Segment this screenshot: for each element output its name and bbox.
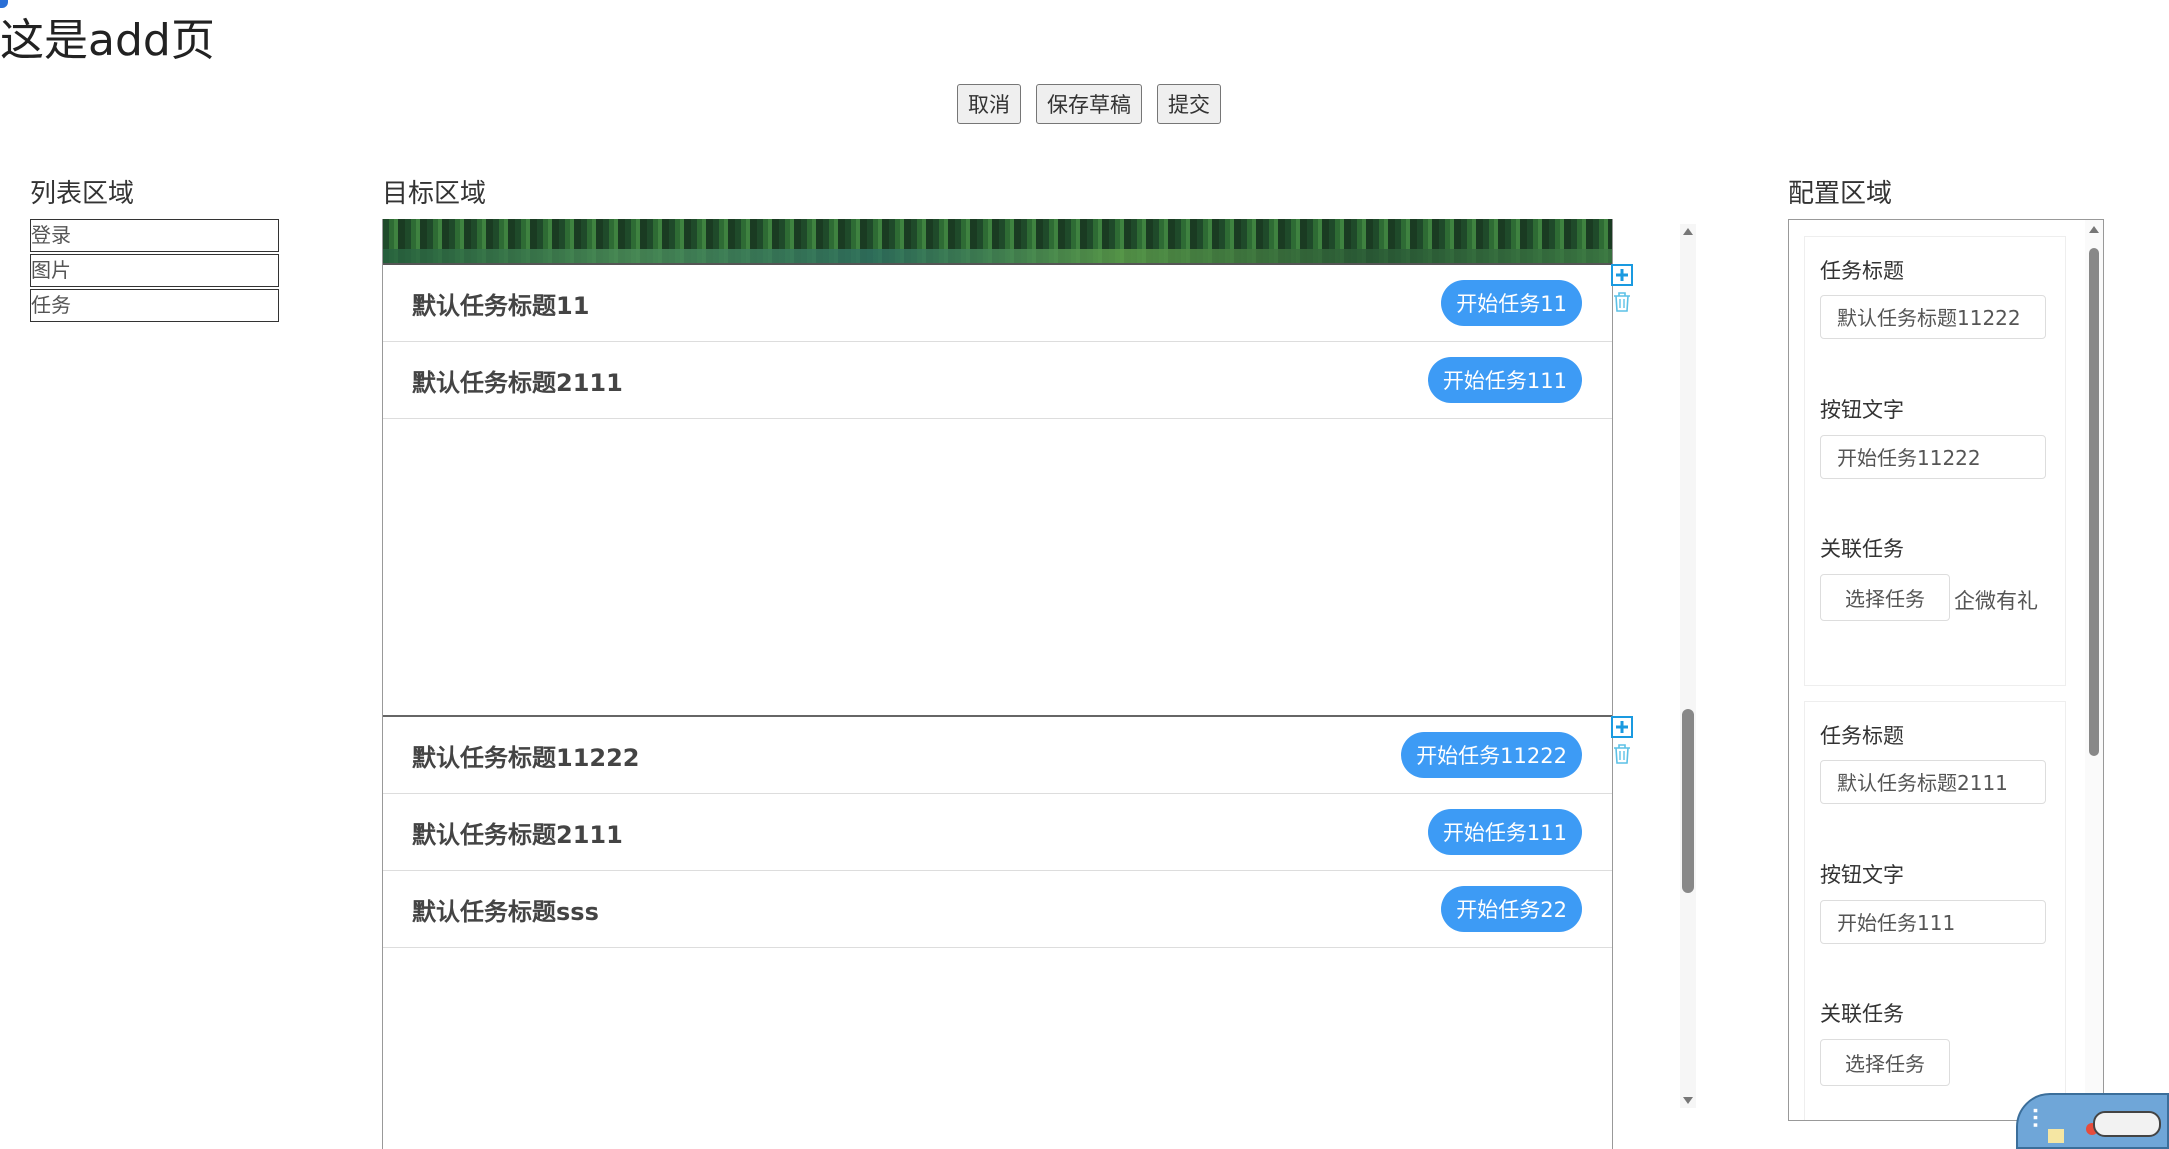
scroll-up-icon[interactable] [2089, 226, 2099, 233]
add-module-icon[interactable] [1611, 716, 1633, 738]
delete-module-icon[interactable] [1611, 743, 1633, 765]
task-title-label: 任务标题 [1820, 259, 1904, 283]
list-item-task[interactable]: 任务 [30, 289, 279, 322]
button-text-input[interactable]: 开始任务11222 [1820, 435, 2046, 479]
start-task-button[interactable]: 开始任务11222 [1401, 732, 1582, 778]
page-title: 这是add页 [0, 15, 215, 66]
task-row[interactable]: 默认任务标题2111 开始任务111 [383, 794, 1612, 871]
config-scrollbar[interactable] [2085, 220, 2103, 1120]
list-item-login[interactable]: 登录 [30, 219, 279, 252]
submit-button[interactable]: 提交 [1157, 84, 1221, 124]
start-task-button[interactable]: 开始任务111 [1427, 357, 1582, 403]
task-title: 默认任务标题11 [412, 291, 590, 320]
task-row[interactable]: 默认任务标题11222 开始任务11222 [383, 717, 1612, 794]
list-area-title: 列表区域 [30, 179, 135, 209]
task-module[interactable]: 默认任务标题11 开始任务11 默认任务标题2111 开始任务111 [383, 265, 1612, 715]
scroll-down-icon[interactable] [1683, 1097, 1693, 1104]
linked-task-label: 关联任务 [1820, 1002, 1904, 1026]
tree-icon: ⫶ [2032, 1105, 2039, 1135]
start-task-button[interactable]: 开始任务111 [1427, 809, 1582, 855]
target-canvas: 默认任务标题11 开始任务11 默认任务标题2111 开始任务111 默认任务标… [382, 219, 1613, 1149]
task-row[interactable]: 默认任务标题sss 开始任务22 [383, 871, 1612, 948]
config-card: 任务标题 默认任务标题2111 按钮文字 开始任务111 关联任务 选择任务 [1804, 701, 2066, 1120]
list-item-image[interactable]: 图片 [30, 254, 279, 287]
task-row[interactable]: 默认任务标题2111 开始任务111 [383, 342, 1612, 419]
select-task-button[interactable]: 选择任务 [1820, 574, 1950, 621]
cloud-icon [2093, 1111, 2161, 1137]
scrollbar-thumb[interactable] [2089, 248, 2099, 756]
start-task-button[interactable]: 开始任务22 [1441, 886, 1582, 932]
start-task-button[interactable]: 开始任务11 [1441, 280, 1582, 326]
target-scrollbar[interactable] [1680, 224, 1696, 1108]
task-title-label: 任务标题 [1820, 724, 1904, 748]
linked-task-label: 关联任务 [1820, 537, 1904, 561]
cancel-button[interactable]: 取消 [957, 84, 1021, 124]
config-panel: 任务标题 默认任务标题11222 按钮文字 开始任务11222 关联任务 选择任… [1788, 219, 2104, 1121]
button-text-label: 按钮文字 [1820, 398, 1904, 422]
scroll-up-icon[interactable] [1683, 228, 1693, 235]
banner-image[interactable] [383, 219, 1612, 265]
task-title: 默认任务标题11222 [412, 743, 640, 772]
config-area-title: 配置区域 [1788, 179, 1893, 209]
task-row[interactable]: 默认任务标题11 开始任务11 [383, 265, 1612, 342]
select-task-button[interactable]: 选择任务 [1820, 1039, 1950, 1086]
task-title: 默认任务标题sss [412, 897, 599, 926]
floating-weather-widget[interactable]: ⫶ [2016, 1093, 2169, 1149]
toolbar: 取消 保存草稿 提交 [957, 84, 1221, 124]
save-draft-button[interactable]: 保存草稿 [1036, 84, 1142, 124]
config-card: 任务标题 默认任务标题11222 按钮文字 开始任务11222 关联任务 选择任… [1804, 236, 2066, 686]
task-module[interactable]: 默认任务标题11222 开始任务11222 默认任务标题2111 开始任务111… [383, 715, 1612, 1108]
task-title-input[interactable]: 默认任务标题2111 [1820, 760, 2046, 804]
linked-task-value: 企微有礼 [1954, 589, 2038, 613]
add-module-icon[interactable] [1611, 264, 1633, 286]
house-icon [2048, 1129, 2064, 1143]
target-area-title: 目标区域 [382, 179, 487, 209]
task-title: 默认任务标题2111 [412, 368, 623, 397]
button-text-input[interactable]: 开始任务111 [1820, 900, 2046, 944]
scrollbar-thumb[interactable] [1682, 709, 1694, 893]
delete-module-icon[interactable] [1611, 291, 1633, 313]
button-text-label: 按钮文字 [1820, 863, 1904, 887]
component-list: 登录 图片 任务 [30, 219, 279, 324]
task-title: 默认任务标题2111 [412, 820, 623, 849]
task-title-input[interactable]: 默认任务标题11222 [1820, 295, 2046, 339]
